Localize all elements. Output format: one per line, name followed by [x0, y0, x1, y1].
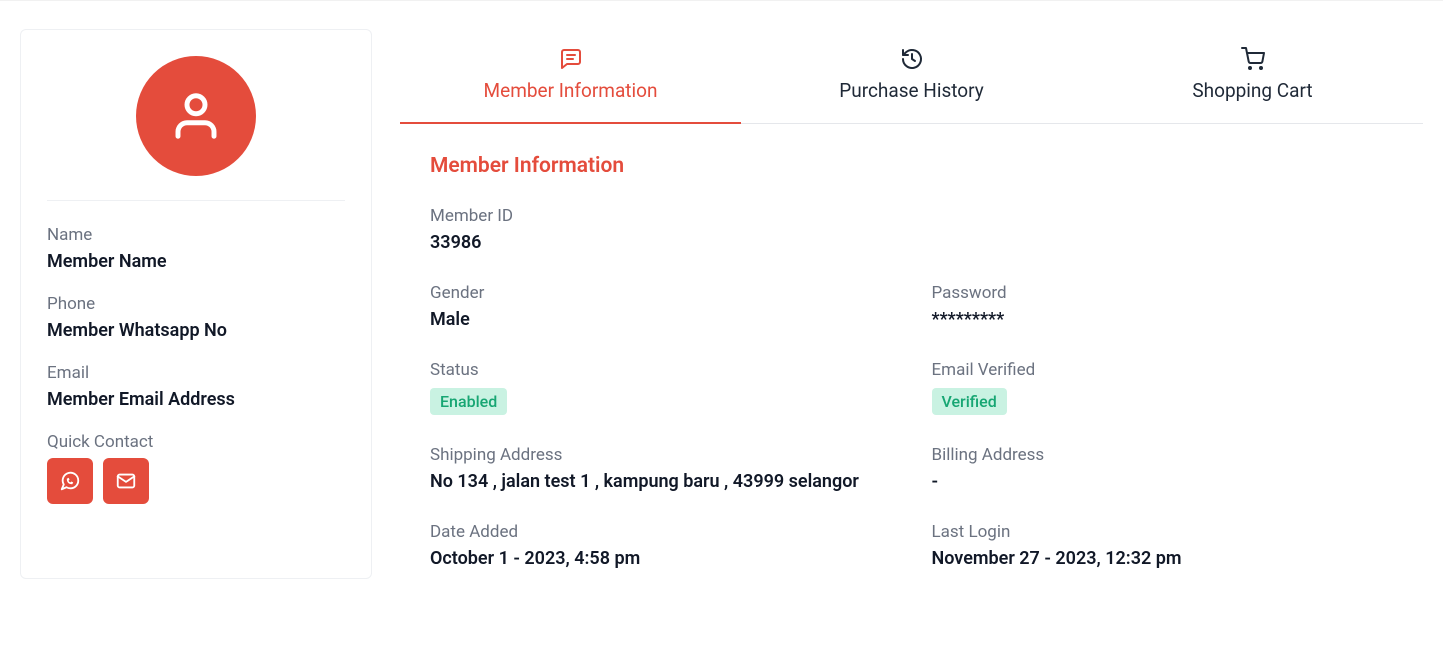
tab-label: Purchase History [751, 79, 1072, 102]
value-phone: Member Whatsapp No [47, 320, 345, 341]
avatar [136, 56, 256, 176]
field-name: Name Member Name [47, 225, 345, 272]
field-status: Status Enabled [430, 360, 892, 415]
label-last-login: Last Login [932, 522, 1394, 542]
user-icon [169, 89, 223, 143]
member-summary-card: Name Member Name Phone Member Whatsapp N… [20, 29, 372, 579]
tab-label: Shopping Cart [1092, 79, 1413, 102]
field-shipping-address: Shipping Address No 134 , jalan test 1 ,… [430, 445, 892, 492]
email-verified-badge: Verified [932, 388, 1007, 415]
main-panel: Member Information Purchase History [400, 29, 1423, 579]
value-last-login: November 27 - 2023, 12:32 pm [932, 548, 1394, 569]
tab-icon-wrap [751, 47, 1072, 71]
field-quick-contact: Quick Contact [47, 432, 345, 504]
tab-shopping-cart[interactable]: Shopping Cart [1082, 29, 1423, 123]
label-gender: Gender [430, 283, 892, 303]
tab-purchase-history[interactable]: Purchase History [741, 29, 1082, 123]
label-billing-address: Billing Address [932, 445, 1394, 465]
value-email: Member Email Address [47, 389, 345, 410]
field-password: Password ********* [932, 283, 1394, 330]
whatsapp-button[interactable] [47, 458, 93, 504]
label-member-id: Member ID [430, 206, 1393, 226]
value-shipping-address: No 134 , jalan test 1 , kampung baru , 4… [430, 471, 892, 492]
value-name: Member Name [47, 251, 345, 272]
tab-label: Member Information [410, 79, 731, 102]
field-member-id: Member ID 33986 [430, 206, 1393, 253]
shopping-cart-icon [1241, 47, 1265, 71]
label-password: Password [932, 283, 1394, 303]
value-billing-address: - [932, 471, 1394, 492]
label-name: Name [47, 225, 345, 245]
value-date-added: October 1 - 2023, 4:58 pm [430, 548, 892, 569]
label-email: Email [47, 363, 345, 383]
field-gender: Gender Male [430, 283, 892, 330]
tab-bar: Member Information Purchase History [400, 29, 1423, 124]
status-badge: Enabled [430, 388, 507, 415]
message-square-icon [559, 47, 583, 71]
label-shipping-address: Shipping Address [430, 445, 892, 465]
quick-contact-row [47, 458, 345, 504]
field-phone: Phone Member Whatsapp No [47, 294, 345, 341]
label-date-added: Date Added [430, 522, 892, 542]
avatar-wrap [47, 56, 345, 200]
value-gender: Male [430, 309, 892, 330]
value-password: ********* [932, 309, 1394, 330]
field-date-added: Date Added October 1 - 2023, 4:58 pm [430, 522, 892, 569]
label-status: Status [430, 360, 892, 380]
tab-member-information[interactable]: Member Information [400, 29, 741, 124]
value-member-id: 33986 [430, 232, 1393, 253]
label-email-verified: Email Verified [932, 360, 1394, 380]
field-last-login: Last Login November 27 - 2023, 12:32 pm [932, 522, 1394, 569]
field-billing-address: Billing Address - [932, 445, 1394, 492]
mail-icon [115, 470, 137, 492]
history-icon [900, 47, 924, 71]
label-quick-contact: Quick Contact [47, 432, 345, 452]
email-button[interactable] [103, 458, 149, 504]
tab-icon-wrap [1092, 47, 1413, 71]
label-phone: Phone [47, 294, 345, 314]
info-grid: Member ID 33986 Gender Male Password ***… [430, 206, 1393, 569]
tab-icon-wrap [410, 47, 731, 71]
page-root: Name Member Name Phone Member Whatsapp N… [0, 0, 1443, 607]
divider [47, 200, 345, 201]
section-title: Member Information [430, 154, 1393, 178]
tab-content: Member Information Member ID 33986 Gende… [400, 124, 1423, 579]
field-email: Email Member Email Address [47, 363, 345, 410]
field-email-verified: Email Verified Verified [932, 360, 1394, 415]
whatsapp-icon [59, 470, 81, 492]
